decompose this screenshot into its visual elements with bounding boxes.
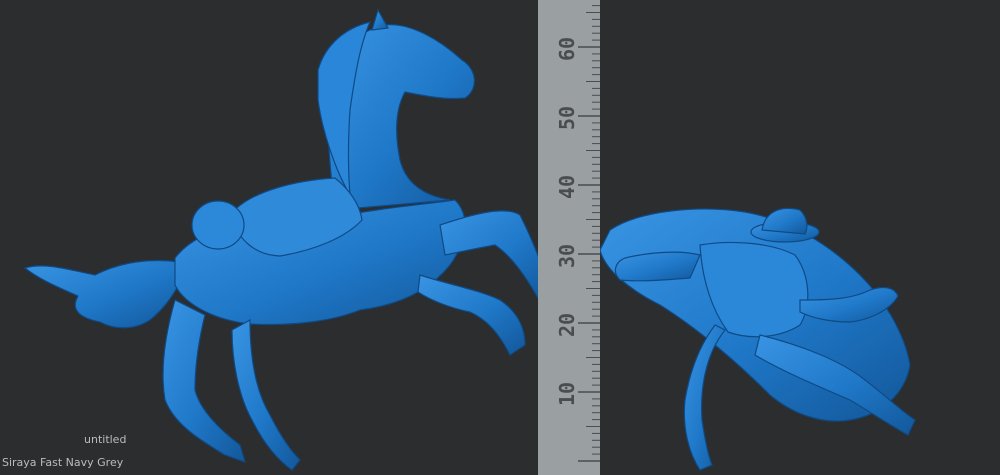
material-label: Siraya Fast Navy Grey	[2, 456, 124, 469]
ruler-label: 60	[555, 37, 579, 61]
ruler-label: 50	[555, 106, 579, 130]
ruler-label: 40	[555, 175, 579, 199]
ruler-label: 30	[555, 244, 579, 268]
ruler-label: 10	[555, 382, 579, 406]
file-name-label: untitled	[84, 433, 127, 446]
3d-viewport[interactable]: 60 50 40 30 20 10 untitled Siraya Fast Navy G…	[0, 0, 1000, 475]
measurement-ruler[interactable]: 60 50 40 30 20 10	[0, 0, 1000, 475]
ruler-label: 20	[555, 313, 579, 337]
